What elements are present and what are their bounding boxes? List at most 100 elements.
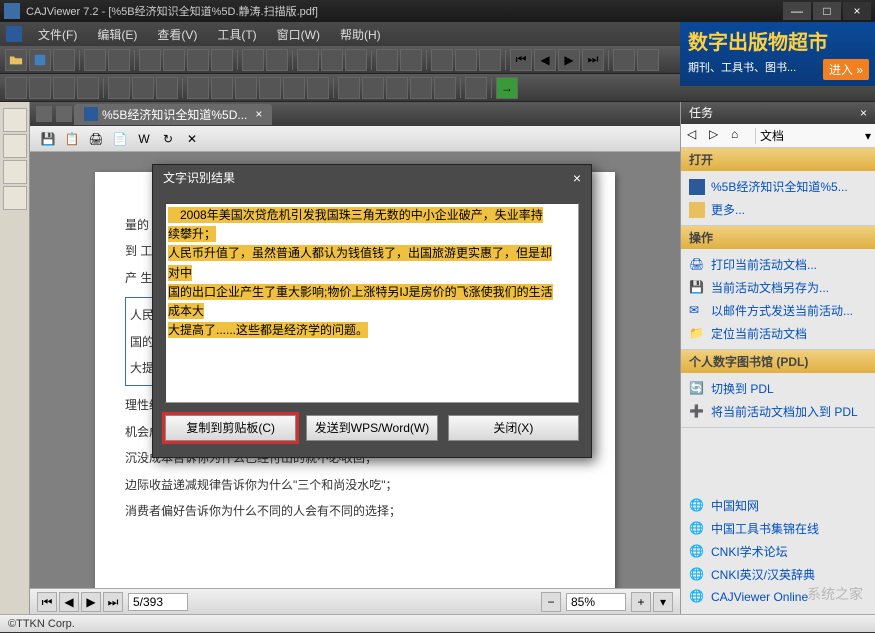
audio-icon[interactable]	[410, 77, 432, 99]
link-cnki[interactable]: 🌐中国知网	[681, 494, 875, 517]
doc-save-icon[interactable]: 💾	[38, 129, 58, 149]
prev-page-icon[interactable]: ◀	[534, 49, 556, 71]
print-icon[interactable]	[84, 49, 106, 71]
line-icon[interactable]	[235, 77, 257, 99]
ocr-textbox[interactable]: 2008年美国次贷危机引发我国珠三角无数的中小企业破产，失业率持 续攀升； 人民…	[165, 203, 579, 403]
page-input[interactable]	[128, 593, 188, 611]
open-more-item[interactable]: 更多...	[681, 198, 875, 221]
image-icon[interactable]	[386, 77, 408, 99]
dialog-titlebar[interactable]: 文字识别结果 ×	[153, 165, 591, 191]
text-select-icon[interactable]	[53, 77, 75, 99]
menu-view[interactable]: 查看(V)	[147, 26, 207, 43]
ellipse-icon[interactable]	[307, 77, 329, 99]
highlight-icon[interactable]	[108, 77, 130, 99]
menu-edit[interactable]: 编辑(E)	[87, 26, 147, 43]
fit-page-icon[interactable]	[321, 49, 343, 71]
zoom-out-icon[interactable]	[455, 49, 477, 71]
layout2-icon[interactable]	[163, 49, 185, 71]
menu-window[interactable]: 窗口(W)	[267, 26, 330, 43]
annotation-tool[interactable]	[3, 160, 27, 184]
hand-tool-icon[interactable]	[5, 77, 27, 99]
mail-icon[interactable]	[108, 49, 130, 71]
snapshot-icon[interactable]	[77, 77, 99, 99]
doc-export-icon[interactable]: 📄	[110, 129, 130, 149]
pointer-tool-icon[interactable]	[29, 77, 51, 99]
copy-clipboard-button[interactable]: 复制到剪贴板(C)	[165, 415, 296, 441]
minimize-button[interactable]: —	[783, 2, 811, 20]
task-back-icon[interactable]: ◁	[687, 127, 705, 145]
ad-banner[interactable]: 数字出版物超市 期刊、工具书、图书... 进入 »	[680, 22, 875, 86]
doc-refresh-icon[interactable]: ↻	[158, 129, 178, 149]
zoom-out-btn[interactable]: −	[541, 592, 561, 612]
switch-pdl-item[interactable]: 🔄切换到 PDL	[681, 377, 875, 400]
doc-word-icon[interactable]: W	[134, 129, 154, 149]
actual-size-icon[interactable]	[345, 49, 367, 71]
document-tab[interactable]: %5B经济知识全知道%5D... ×	[74, 104, 272, 125]
menu-help[interactable]: 帮助(H)	[330, 26, 391, 43]
underline-icon[interactable]	[132, 77, 154, 99]
note-icon[interactable]	[187, 77, 209, 99]
print-item[interactable]: 🖨打印当前活动文档...	[681, 253, 875, 276]
nav-last-icon[interactable]: ⏭	[103, 592, 123, 612]
zoom-input[interactable]	[566, 593, 626, 611]
add-pdl-item[interactable]: ➕将当前活动文档加入到 PDL	[681, 400, 875, 423]
nav-prev-icon[interactable]: ◀	[59, 592, 79, 612]
task-fwd-icon[interactable]: ▷	[709, 127, 727, 145]
pencil-icon[interactable]	[211, 77, 233, 99]
rect-icon[interactable]	[283, 77, 305, 99]
rotate-right-icon[interactable]	[266, 49, 288, 71]
zoom-in-btn[interactable]: +	[631, 592, 651, 612]
tab-prev-icon[interactable]	[36, 106, 52, 122]
stamp-icon[interactable]	[362, 77, 384, 99]
dialog-close-icon[interactable]: ×	[573, 165, 581, 191]
dict-icon[interactable]	[465, 77, 487, 99]
task-dropdown-icon[interactable]: ▾	[865, 129, 871, 143]
link-dict[interactable]: 🌐CNKI英汉/汉英辞典	[681, 563, 875, 586]
ocr-icon[interactable]	[376, 49, 398, 71]
curve-icon[interactable]	[259, 77, 281, 99]
nav-first-icon[interactable]: ⏮	[37, 592, 57, 612]
task-panel-close-icon[interactable]: ×	[860, 102, 867, 124]
textbox-icon[interactable]	[338, 77, 360, 99]
locate-item[interactable]: 📁定位当前活动文档	[681, 322, 875, 345]
doc-delete-icon[interactable]: ✕	[182, 129, 202, 149]
zoom-region-icon[interactable]	[479, 49, 501, 71]
link-tools[interactable]: 🌐中国工具书集锦在线	[681, 517, 875, 540]
zoom-in-icon[interactable]	[431, 49, 453, 71]
thumbnail-tool[interactable]	[3, 186, 27, 210]
bookmark-tool[interactable]	[3, 134, 27, 158]
doc-print-icon[interactable]: 🖨	[86, 129, 106, 149]
search-icon[interactable]	[400, 49, 422, 71]
fit-width-icon[interactable]	[297, 49, 319, 71]
tab-next-icon[interactable]	[56, 106, 72, 122]
forward-icon[interactable]	[637, 49, 659, 71]
menu-tools[interactable]: 工具(T)	[207, 26, 266, 43]
back-icon[interactable]	[613, 49, 635, 71]
open-recent-item[interactable]: %5B经济知识全知道%5...	[681, 175, 875, 198]
saveas-icon[interactable]	[53, 49, 75, 71]
last-page-icon[interactable]: ⏭	[582, 49, 604, 71]
go-icon[interactable]: →	[496, 77, 518, 99]
maximize-button[interactable]: □	[813, 2, 841, 20]
rotate-left-icon[interactable]	[242, 49, 264, 71]
layout3-icon[interactable]	[187, 49, 209, 71]
link-forum[interactable]: 🌐CNKI学术论坛	[681, 540, 875, 563]
close-button[interactable]: ×	[843, 2, 871, 20]
layout1-icon[interactable]	[139, 49, 161, 71]
tab-close-icon[interactable]: ×	[255, 107, 262, 121]
close-dialog-button[interactable]: 关闭(X)	[448, 415, 579, 441]
outline-tool[interactable]	[3, 108, 27, 132]
send-word-button[interactable]: 发送到WPS/Word(W)	[306, 415, 437, 441]
task-home-icon[interactable]: ⌂	[731, 127, 749, 145]
save-icon[interactable]	[29, 49, 51, 71]
first-page-icon[interactable]: ⏮	[510, 49, 532, 71]
nav-next-icon[interactable]: ▶	[81, 592, 101, 612]
next-page-icon[interactable]: ▶	[558, 49, 580, 71]
strike-icon[interactable]	[156, 77, 178, 99]
banner-go-button[interactable]: 进入 »	[823, 59, 869, 80]
menu-file[interactable]: 文件(F)	[28, 26, 87, 43]
zoom-dropdown-icon[interactable]: ▾	[653, 592, 673, 612]
layout4-icon[interactable]	[211, 49, 233, 71]
mail-item[interactable]: ✉以邮件方式发送当前活动...	[681, 299, 875, 322]
attach-icon[interactable]	[434, 77, 456, 99]
